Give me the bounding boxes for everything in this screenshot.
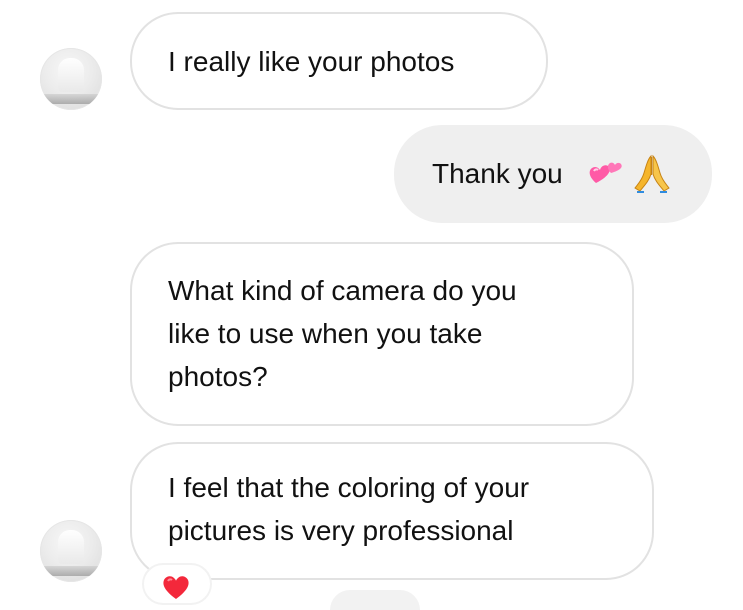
sender-avatar[interactable] [40,520,102,582]
avatar-figure [58,530,84,564]
folded-hands-emoji [632,151,672,193]
red-heart-emoji [160,573,192,601]
avatar-base [40,566,102,576]
two-hearts-emoji [586,157,626,191]
incoming-message-bubble[interactable]: I feel that the coloring of your picture… [130,442,654,580]
outgoing-message-bubble[interactable]: Thank you [394,125,712,223]
message-reaction[interactable] [144,565,210,603]
incoming-message-bubble[interactable]: What kind of camera do you like to use w… [130,242,634,426]
next-message-edge [330,590,420,610]
message-text: I feel that the coloring of your picture… [168,472,530,546]
message-text: I really like your photos [168,46,455,77]
incoming-message-bubble[interactable]: I really like your photos [130,12,548,110]
message-text: What kind of camera do you like to use w… [168,275,517,392]
sender-avatar[interactable] [40,48,102,110]
message-text: Thank you [432,158,563,189]
avatar-base [40,94,102,104]
avatar-figure [58,58,84,92]
